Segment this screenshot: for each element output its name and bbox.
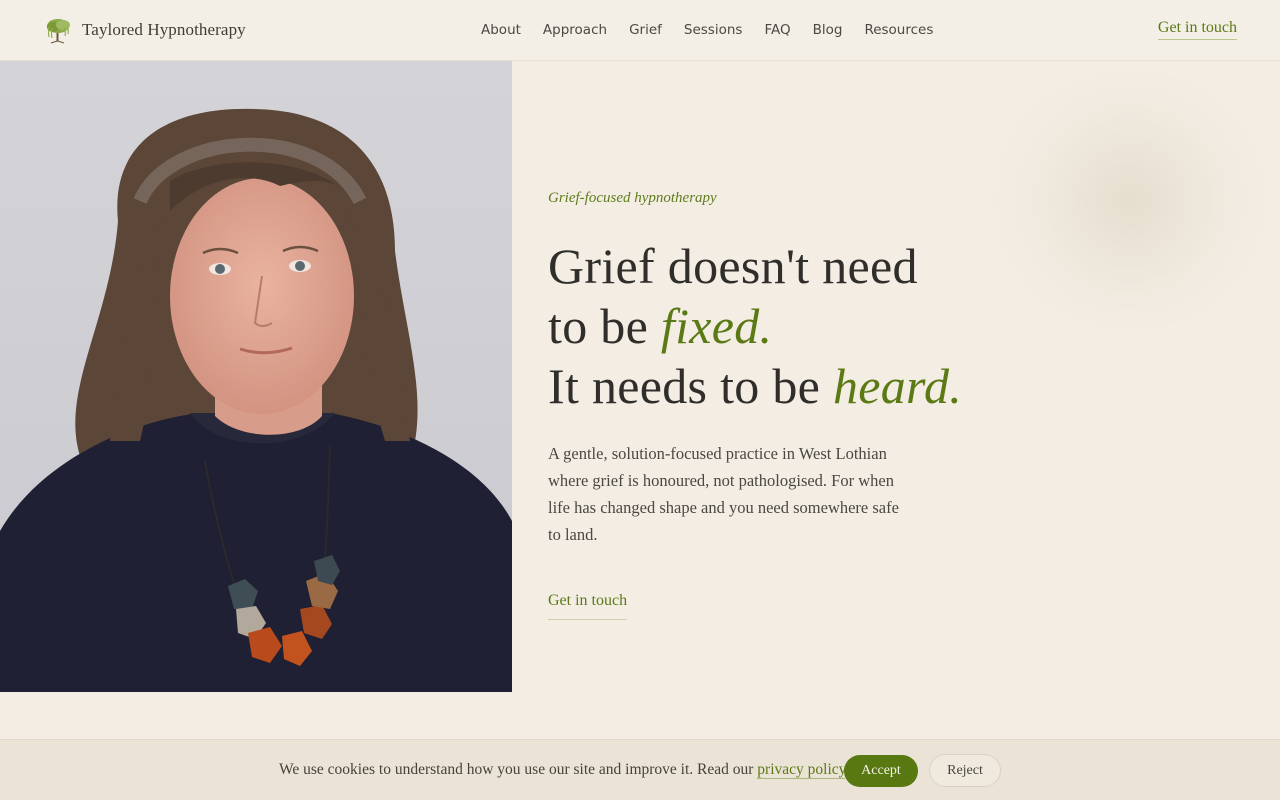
headline-emphasis-heard: heard. (832, 358, 963, 414)
hero-portrait-photo (0, 61, 512, 692)
reject-cookies-button[interactable]: Reject (929, 754, 1001, 787)
nav-item-about[interactable]: About (481, 20, 521, 40)
header-get-in-touch-link[interactable]: Get in touch (1157, 19, 1237, 40)
headline-emphasis-fixed: fixed. (660, 298, 773, 354)
hero-lede: A gentle, solution-focused practice in W… (548, 444, 899, 544)
headline-line-2-text: to be (548, 298, 661, 354)
headline-line-2: to be fixed. (548, 296, 988, 356)
nav-item-resources[interactable]: Resources (864, 20, 933, 40)
brand-home-link[interactable]: Taylored Hypnotherapy (42, 14, 246, 46)
headline-line-3-text: It needs to be (548, 358, 833, 414)
cookie-text-before: We use cookies to understand how you use… (279, 761, 758, 778)
willow-tree-icon (42, 15, 74, 45)
hero-headline: Grief doesn't need to be fixed. It needs… (548, 236, 988, 416)
headline-line-1: Grief doesn't need (548, 238, 918, 294)
nav-item-faq[interactable]: FAQ (764, 20, 790, 40)
main-nav: About Approach Grief Sessions FAQ Blog R… (481, 20, 933, 40)
nav-item-grief[interactable]: Grief (629, 20, 662, 40)
brand-name: Taylored Hypnotherapy (82, 20, 246, 39)
accept-cookies-button[interactable]: Accept (844, 755, 918, 787)
hero-content: Grief-focused hypnotherapy Grief doesn't… (548, 186, 988, 620)
privacy-policy-link[interactable]: privacy policy (757, 761, 846, 779)
hero-eyebrow: Grief-focused hypnotherapy (548, 190, 717, 206)
nav-item-blog[interactable]: Blog (813, 20, 843, 40)
headline-line-3: It needs to be heard. (548, 356, 988, 416)
site-header: Taylored Hypnotherapy About Approach Gri… (0, 0, 1280, 61)
cookie-banner: We use cookies to understand how you use… (0, 739, 1280, 800)
decorative-glow (985, 70, 1275, 330)
nav-item-sessions[interactable]: Sessions (684, 20, 743, 40)
nav-item-approach[interactable]: Approach (543, 20, 607, 40)
hero-get-in-touch-link[interactable]: Get in touch (548, 592, 628, 620)
cookie-message: We use cookies to understand how you use… (279, 761, 849, 779)
